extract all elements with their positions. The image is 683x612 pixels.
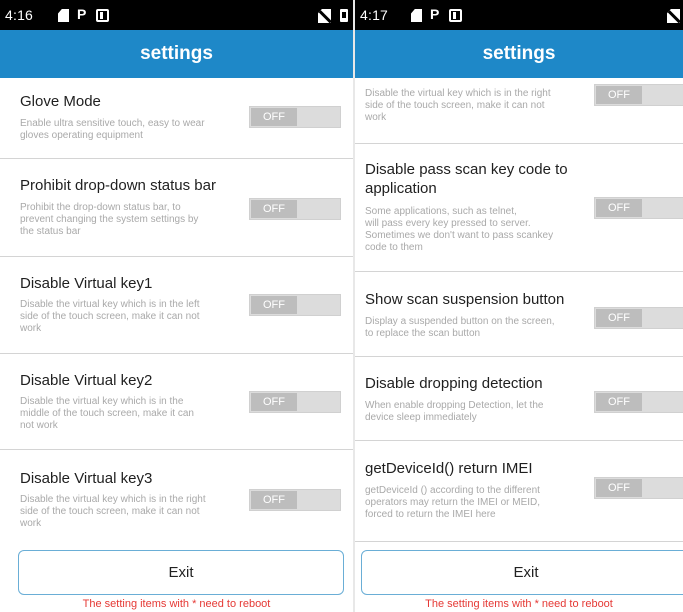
setting-desc: Prohibit the drop-down status bar, to pr… [20,202,199,237]
setting-desc: Disable the virtual key which is in the … [20,396,194,431]
right-screen: 4:17 P settings Disable the virtual key … [355,0,683,612]
setting-title: Disable Virtual key3 [20,470,153,487]
toggle-state: OFF [596,393,642,411]
toggle-state: OFF [251,108,297,126]
battery-icon [340,9,348,22]
page-title: settings [0,30,353,78]
setting-title: Prohibit drop-down status bar [20,177,216,194]
toggle-state: OFF [251,296,297,314]
toggle-state: OFF [596,479,642,497]
setting-desc: Display a suspended button on the screen… [365,316,555,339]
status-time: 4:16 [5,7,34,23]
p-notification-icon: P [77,6,87,22]
status-bar: 4:17 P [355,0,683,30]
virtual-key1-toggle[interactable]: OFF [249,294,341,316]
setting-pass-scan-key: Disable pass scan key code to applicatio… [355,144,683,272]
virtual-key3-toggle[interactable]: OFF [594,84,683,106]
p-notification-icon: P [430,6,440,22]
return-imei-toggle[interactable]: OFF [594,477,683,499]
setting-desc: Disable the virtual key which is in the … [20,494,206,529]
exit-button[interactable]: Exit [361,550,683,595]
setting-desc: Some applications, such as telnet, will … [365,206,554,253]
left-screen: 4:16 P settings Glove Mode Enable ultra … [0,0,353,612]
toggle-state: OFF [596,309,642,327]
toggle-state: OFF [251,393,297,411]
scan-suspension-toggle[interactable]: OFF [594,307,683,329]
virtual-key2-toggle[interactable]: OFF [249,391,341,413]
settings-list[interactable]: Glove Mode Enable ultra sensitive touch,… [0,78,353,542]
sim-card-icon [411,9,422,22]
setting-virtual-key1: Disable Virtual key1 Disable the virtual… [0,257,353,354]
setting-title: getDeviceId() return IMEI [365,460,533,477]
setting-desc: When enable dropping Detection, let the … [365,400,544,423]
setting-dropping-detection: Disable dropping detection When enable d… [355,357,683,441]
setting-desc: Disable the virtual key which is in the … [20,299,200,334]
setting-title: Glove Mode [20,93,101,110]
virtual-key3-toggle[interactable]: OFF [249,489,341,511]
reboot-note: The setting items with * need to reboot [425,598,613,610]
setting-title: Disable dropping detection [365,375,543,392]
screen-icon [96,9,109,22]
no-sim-icon [667,9,680,23]
no-sim-icon [318,9,331,23]
setting-title: Disable pass scan key code to applicatio… [365,161,568,197]
setting-glove-mode: Glove Mode Enable ultra sensitive touch,… [0,78,353,159]
setting-desc: Enable ultra sensitive touch, easy to we… [20,118,205,141]
setting-title: Show scan suspension button [365,291,565,308]
setting-return-imei: getDeviceId() return IMEI getDeviceId ()… [355,441,683,542]
screen-icon [449,9,462,22]
setting-scan-suspension-button: Show scan suspension button Display a su… [355,272,683,357]
sim-card-icon [58,9,69,22]
setting-virtual-key3: Disable Virtual key3 Disable the virtual… [0,450,353,542]
toggle-state: OFF [251,491,297,509]
setting-title: Disable Virtual key2 [20,372,153,389]
glove-mode-toggle[interactable]: OFF [249,106,341,128]
setting-desc: Disable the virtual key which is in the … [365,88,551,123]
toggle-state: OFF [596,199,642,217]
toggle-state: OFF [596,86,642,104]
setting-desc: getDeviceId () according to the differen… [365,485,541,520]
settings-list[interactable]: Disable the virtual key which is in the … [355,78,683,542]
page-title: settings [355,30,683,78]
pass-scan-key-toggle[interactable]: OFF [594,197,683,219]
reboot-note: The setting items with * need to reboot [82,598,271,610]
setting-prohibit-status-bar: Prohibit drop-down status bar Prohibit t… [0,159,353,257]
dropping-detection-toggle[interactable]: OFF [594,391,683,413]
status-time: 4:17 [360,7,389,23]
exit-button[interactable]: Exit [18,550,344,595]
status-bar: 4:16 P [0,0,353,30]
setting-virtual-key3-partial: Disable the virtual key which is in the … [355,78,683,144]
prohibit-status-bar-toggle[interactable]: OFF [249,198,341,220]
setting-virtual-key2: Disable Virtual key2 Disable the virtual… [0,354,353,450]
setting-title: Disable Virtual key1 [20,275,153,292]
toggle-state: OFF [251,200,297,218]
